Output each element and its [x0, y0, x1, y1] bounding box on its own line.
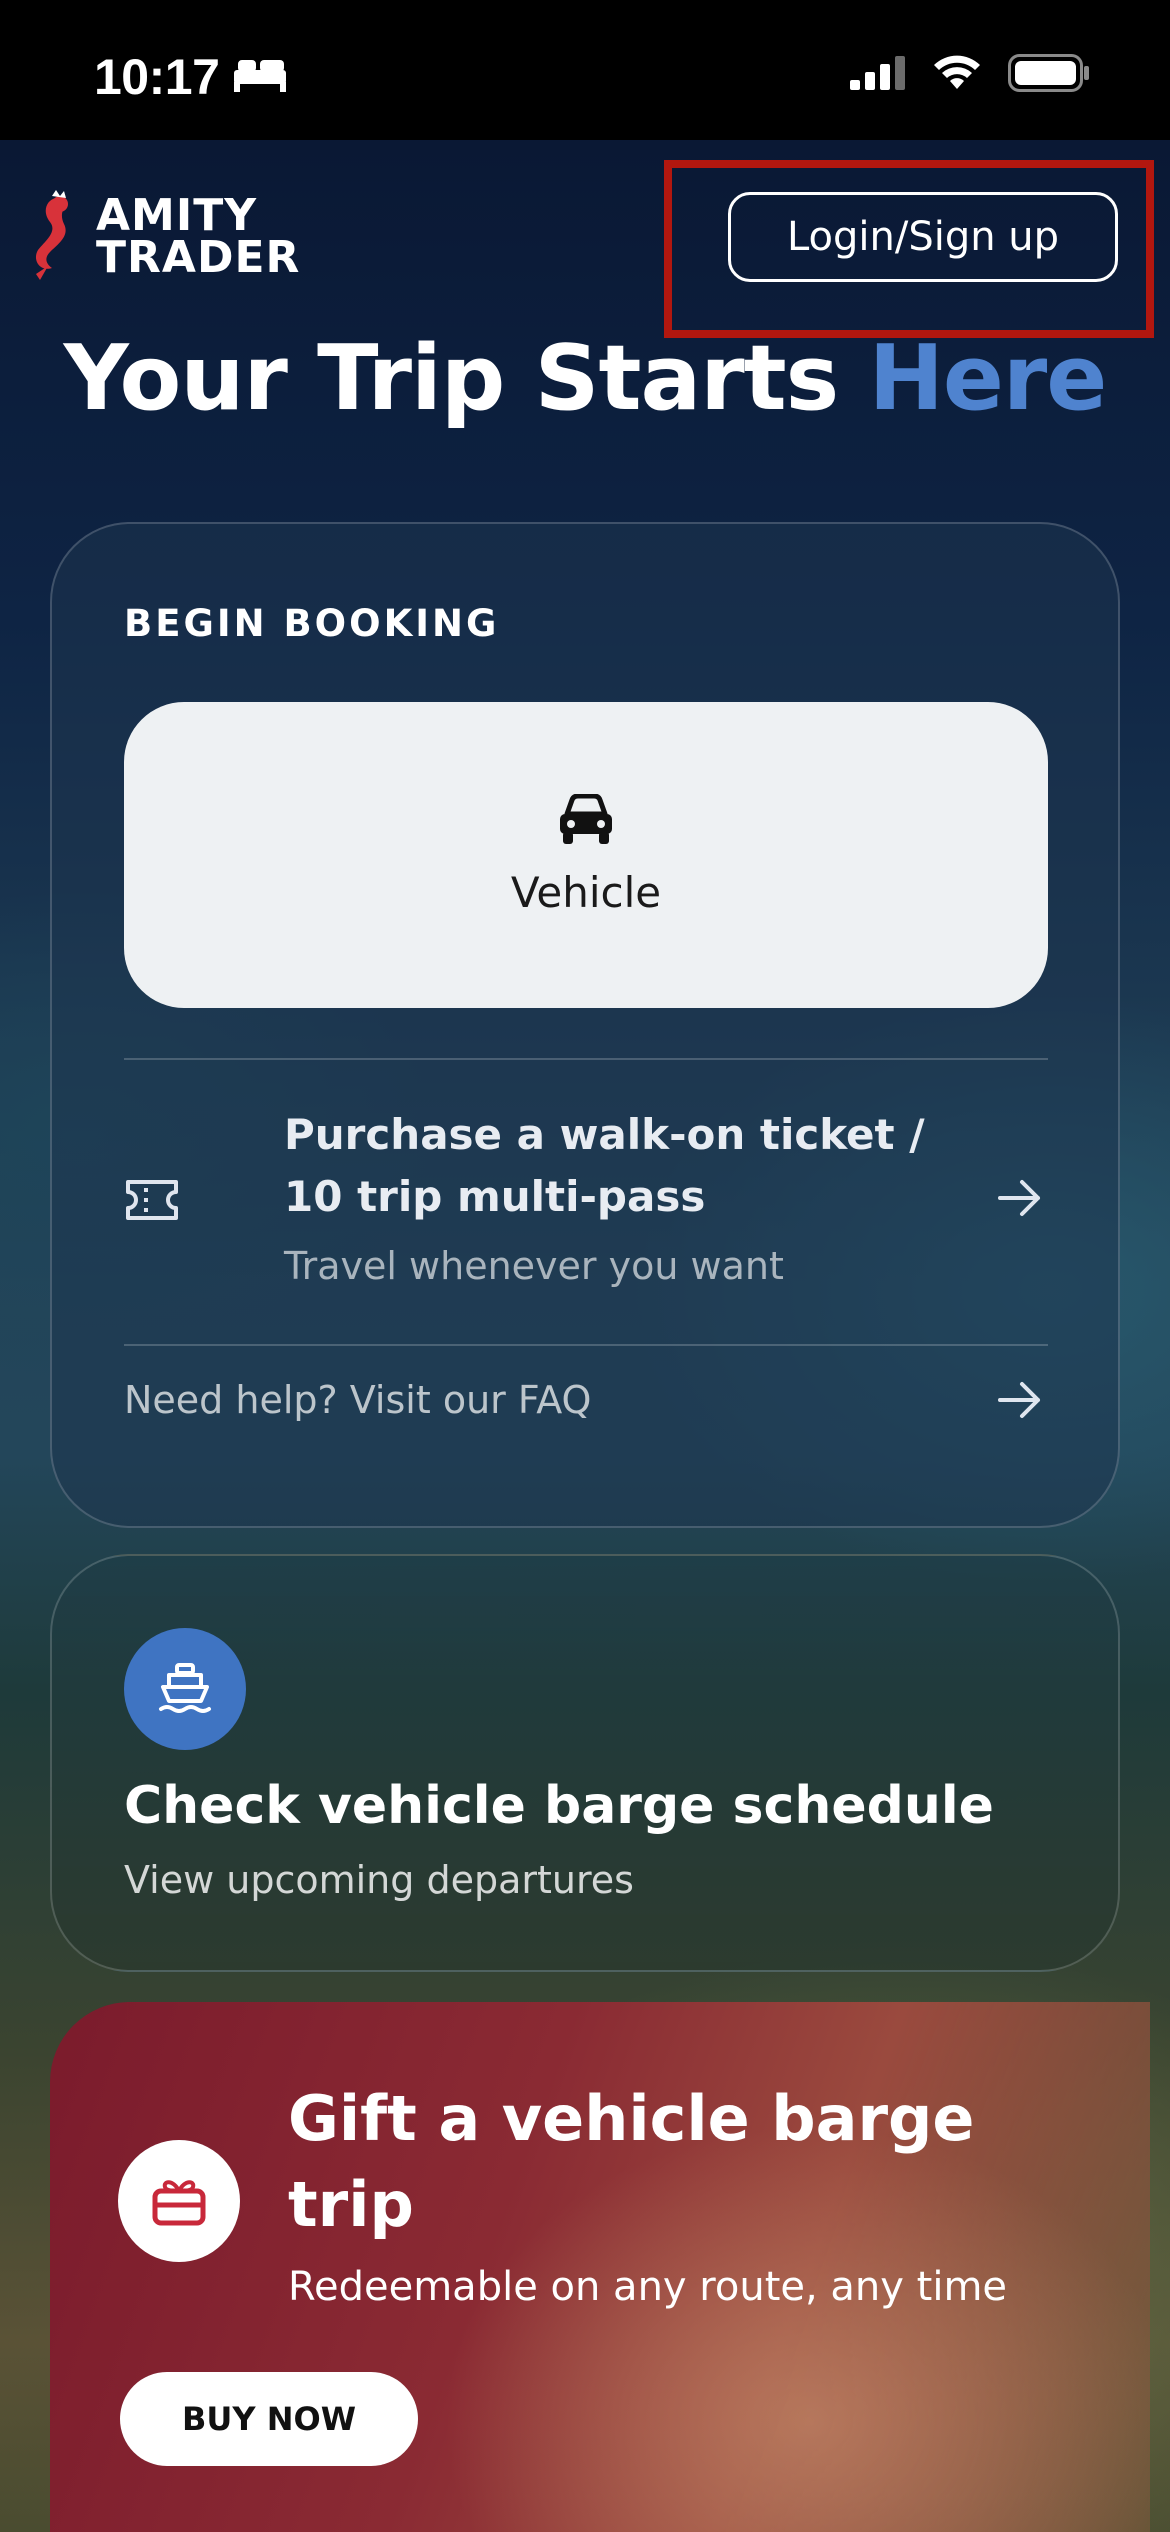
barge-schedule-card[interactable]: Check vehicle barge schedule View upcomi… — [50, 1554, 1120, 1972]
begin-booking-label: BEGIN BOOKING — [124, 602, 500, 645]
schedule-title: Check vehicle barge schedule — [124, 1776, 994, 1836]
logo-wordmark: AMITY TRADER — [96, 190, 301, 283]
gift-trip-card: Gift a vehicle barge trip Redeemable on … — [50, 2002, 1150, 2532]
gift-subtitle: Redeemable on any route, any time — [288, 2264, 1008, 2310]
battery-icon — [1008, 54, 1090, 96]
wifi-icon — [932, 55, 982, 95]
login-signup-button[interactable]: Login/Sign up — [728, 192, 1118, 282]
walk-on-ticket-row[interactable]: Purchase a walk-on ticket / 10 trip mult… — [124, 1104, 1048, 1314]
signal-icon — [850, 56, 906, 94]
walk-on-subtitle: Travel whenever you want — [284, 1244, 784, 1288]
vehicle-label: Vehicle — [510, 867, 662, 917]
hero-title-main: Your Trip Starts — [63, 326, 869, 431]
car-icon — [557, 793, 615, 850]
arrow-right-icon — [998, 1380, 1042, 1424]
arrow-right-icon — [998, 1178, 1042, 1222]
buy-now-button[interactable]: BUY NOW — [120, 2372, 418, 2466]
mermaid-logo-icon — [26, 190, 86, 284]
schedule-subtitle: View upcoming departures — [124, 1858, 634, 1902]
logo-line-2: TRADER — [96, 232, 301, 283]
faq-link-row[interactable]: Need help? Visit our FAQ — [124, 1364, 1048, 1444]
booking-card: BEGIN BOOKING Vehicle Purchase a walk-on… — [50, 522, 1120, 1528]
ticket-icon — [124, 1178, 180, 1226]
divider — [124, 1058, 1048, 1060]
logo-line-1: AMITY — [96, 190, 258, 241]
bed-icon — [232, 56, 288, 96]
hero-title: Your Trip Starts Here — [0, 326, 1170, 431]
ferry-icon — [124, 1628, 246, 1750]
amity-trader-logo[interactable]: AMITY TRADER — [26, 190, 300, 284]
status-time: 10:17 — [94, 49, 220, 105]
hero-title-accent: Here — [868, 326, 1108, 431]
status-icons — [850, 54, 1090, 96]
gift-icon — [118, 2140, 240, 2262]
faq-link-text: Need help? Visit our FAQ — [124, 1378, 592, 1422]
status-bar: 10:17 — [0, 0, 1170, 140]
divider — [124, 1344, 1048, 1346]
gift-title: Gift a vehicle barge trip — [288, 2082, 975, 2241]
vehicle-booking-button[interactable]: Vehicle — [124, 702, 1048, 1008]
walk-on-title: Purchase a walk-on ticket / 10 trip mult… — [284, 1110, 925, 1221]
